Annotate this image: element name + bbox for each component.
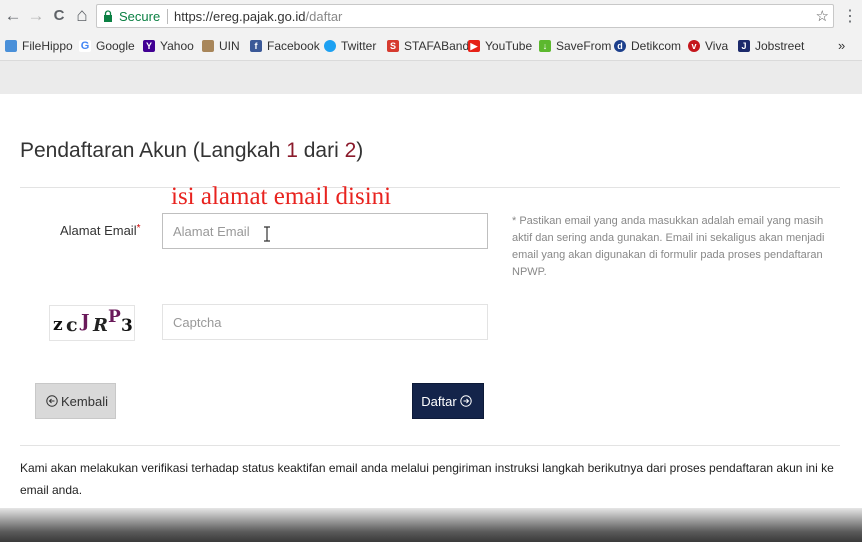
bookmark-detikcom[interactable]: d Detikcom (614, 39, 681, 53)
bookmark-youtube[interactable]: ▶ YouTube (468, 39, 532, 53)
title-suffix: ) (356, 139, 364, 162)
forward-arrow-icon[interactable]: → (26, 6, 46, 26)
detikcom-icon: d (614, 40, 626, 52)
bookmark-label: Yahoo (160, 39, 194, 53)
youtube-icon: ▶ (468, 40, 480, 52)
bookmark-viva[interactable]: v Viva (688, 39, 728, 53)
circle-arrow-right-icon (460, 395, 472, 407)
back-button[interactable]: Kembali (35, 383, 116, 419)
uin-icon (202, 40, 214, 52)
bookmark-filehippo[interactable]: FileHippo (5, 39, 73, 53)
email-label-text: Alamat Email (60, 223, 137, 238)
bookmark-savefrom[interactable]: ↓ SaveFrom (539, 39, 611, 53)
secure-label: Secure (119, 9, 161, 24)
verification-note: Kami akan melakukan verifikasi terhadap … (20, 461, 834, 497)
bookmark-star-icon[interactable]: ☆ (816, 7, 829, 25)
bookmark-label: FileHippo (22, 39, 73, 53)
bookmark-facebook[interactable]: f Facebook (250, 39, 320, 53)
footer-divider (20, 445, 840, 446)
submit-button-label: Daftar (421, 393, 457, 409)
bookmark-twitter[interactable]: Twitter (324, 39, 376, 53)
email-label: Alamat Email* (60, 223, 140, 238)
google-icon: G (79, 40, 91, 52)
step-current: 1 (286, 139, 298, 162)
bookmark-label: Jobstreet (755, 39, 805, 53)
bookmark-google[interactable]: G Google (79, 39, 135, 53)
captcha-char: 3 (121, 316, 133, 336)
browser-menu-icon[interactable]: ⋮ (842, 6, 858, 26)
annotation-text: isi alamat email disini (171, 183, 392, 210)
twitter-icon (324, 40, 336, 52)
captcha-char: z (53, 315, 63, 335)
email-input[interactable] (162, 213, 488, 249)
address-bar[interactable]: Secure https://ereg.pajak.go.id/daftar ☆ (96, 4, 834, 28)
bookmark-label: Twitter (341, 39, 377, 53)
email-hint: * Pastikan email yang anda masukkan adal… (512, 215, 825, 278)
bookmark-label: Google (96, 39, 135, 53)
facebook-icon: f (250, 40, 262, 52)
captcha-char: J (81, 311, 90, 332)
submit-button[interactable]: Daftar (412, 383, 484, 419)
page-title: Pendaftaran Akun (Langkah 1 dari 2) (20, 139, 363, 163)
bookmark-label: SaveFrom (556, 39, 612, 53)
jobstreet-icon: J (738, 40, 750, 52)
captcha-char: P (108, 307, 121, 327)
omnibox-divider (167, 9, 168, 24)
url-host: https://ereg.pajak.go.id (174, 9, 306, 24)
lock-icon (104, 10, 112, 22)
bookmark-label: Facebook (267, 39, 320, 53)
url-text[interactable]: https://ereg.pajak.go.id/daftar (174, 9, 342, 24)
required-mark: * (136, 223, 141, 234)
bookmark-jobstreet[interactable]: J Jobstreet (738, 39, 804, 53)
bookmarks-bar: FileHippo G Google Y Yahoo UIN f Facebook T… (0, 33, 862, 61)
bookmark-label: UIN (219, 39, 240, 53)
bookmark-label: Viva (705, 39, 729, 53)
bookmark-label: YouTube (485, 39, 533, 53)
viva-icon: v (688, 40, 700, 52)
reload-icon[interactable]: C (49, 6, 69, 26)
title-divider (20, 187, 840, 188)
browser-toolbar: ← → C ⌂ Secure https://ereg.pajak.go.id/… (0, 0, 862, 33)
step-total: 2 (344, 139, 357, 162)
circle-arrow-left-icon (46, 395, 58, 407)
captcha-char: c (66, 314, 78, 336)
bookmark-label: STAFABand (404, 39, 470, 53)
bookmark-label: Detikcom (631, 39, 682, 53)
bookmark-uin[interactable]: UIN (202, 39, 240, 53)
savefrom-icon: ↓ (539, 40, 551, 52)
video-bottom-overlay (0, 508, 862, 542)
site-header-strip (0, 61, 862, 94)
filehippo-icon (5, 40, 17, 52)
title-prefix: Pendaftaran Akun (Langkah (20, 139, 287, 162)
title-middle: dari (297, 139, 345, 162)
back-button-label: Kembali (61, 393, 108, 409)
captcha-image: z c J R P 3 (49, 305, 135, 341)
bookmark-stafaband[interactable]: S STAFABand (387, 39, 469, 53)
back-arrow-icon[interactable]: ← (3, 6, 23, 26)
bookmark-yahoo[interactable]: Y Yahoo (143, 39, 194, 53)
stafaband-icon: S (387, 40, 399, 52)
text-cursor-icon (264, 226, 270, 242)
captcha-char: R (93, 315, 108, 336)
yahoo-icon: Y (143, 40, 155, 52)
captcha-input[interactable] (162, 304, 488, 340)
home-icon[interactable]: ⌂ (72, 6, 92, 26)
url-path: /daftar (305, 9, 343, 24)
bookmarks-more-icon[interactable]: » (838, 38, 845, 53)
